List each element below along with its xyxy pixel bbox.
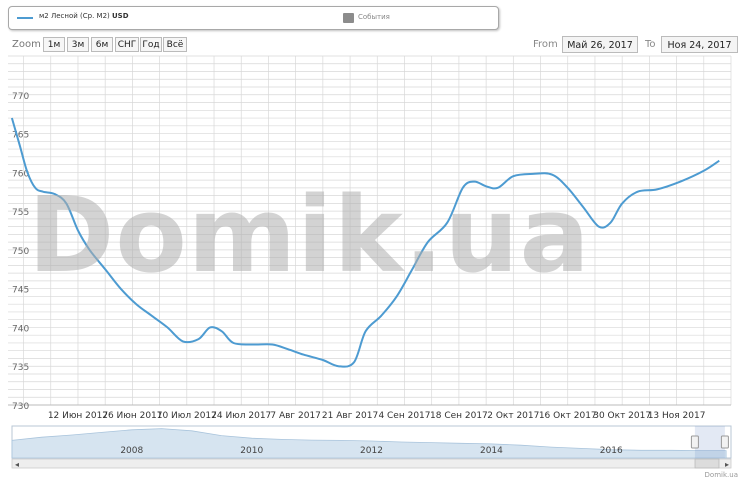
y-tick-label: 740 — [12, 324, 29, 334]
legend-series-item[interactable]: м2 Лесной (Ср. М2) USD — [39, 12, 129, 20]
navigator-year-label: 2008 — [120, 446, 143, 456]
navigator[interactable]: 2008 2010 2012 2014 2016 ◂ ▸ — [11, 425, 732, 469]
legend-series-unit: USD — [111, 12, 129, 20]
legend-events-label[interactable]: События — [358, 13, 390, 21]
legend: м2 Лесной (Ср. М2) USD События — [8, 6, 499, 30]
navigator-selection — [694, 426, 725, 458]
x-tick-label: 18 Сен 2017 — [430, 411, 488, 421]
scroll-right-arrow-icon: ▸ — [725, 460, 729, 469]
x-tick-label: 2 Окт 2017 — [487, 411, 539, 421]
y-tick-label: 770 — [12, 92, 29, 102]
series-swatch — [17, 17, 33, 19]
x-tick-label: 24 Июл 2017 — [211, 411, 271, 421]
x-tick-label: 13 Ноя 2017 — [648, 411, 706, 421]
x-tick-label: 7 Авг 2017 — [270, 411, 321, 421]
range-to-label: To — [645, 39, 656, 50]
grid — [8, 55, 732, 406]
x-tick-label: 4 Сен 2017 — [378, 411, 430, 421]
zoom-button-all[interactable]: Всё — [163, 37, 187, 52]
navigator-handle-right — [720, 435, 729, 449]
y-tick-label: 745 — [12, 286, 29, 296]
navigator-year-label: 2016 — [600, 446, 623, 456]
x-tick-label: 10 Июл 2017 — [157, 411, 217, 421]
y-tick-label: 750 — [12, 247, 29, 257]
credit-link[interactable]: Domik.ua — [705, 471, 738, 479]
x-tick-label: 30 Окт 2017 — [593, 411, 651, 421]
x-tick-label: 26 Июн 2017 — [102, 411, 162, 421]
scroll-left-arrow-icon: ◂ — [15, 460, 19, 469]
zoom-button-6m[interactable]: 6м — [91, 37, 113, 52]
zoom-button-3m[interactable]: 3м — [67, 37, 89, 52]
chart: 730735740745750755760765770 12 Июн 20172… — [8, 55, 732, 469]
zoom-button-year[interactable]: Год — [140, 37, 162, 52]
zoom-label: Zoom — [12, 39, 41, 50]
x-axis-ticks: 12 Июн 201726 Июн 201710 Июл 201724 Июл … — [48, 411, 706, 421]
y-tick-label: 730 — [12, 402, 29, 412]
legend-series-name: м2 Лесной (Ср. М2) — [39, 12, 110, 20]
events-swatch[interactable] — [343, 13, 354, 23]
navigator-year-label: 2010 — [240, 446, 263, 456]
range-from-input[interactable]: Май 26, 2017 — [562, 36, 638, 53]
x-tick-label: 21 Авг 2017 — [322, 411, 378, 421]
range-to-input[interactable]: Ноя 24, 2017 — [661, 36, 738, 53]
navigator-year-label: 2014 — [480, 446, 503, 456]
zoom-button-1m[interactable]: 1м — [43, 37, 65, 52]
y-axis-ticks: 730735740745750755760765770 — [12, 92, 29, 412]
y-tick-label: 735 — [12, 363, 29, 373]
x-tick-label: 16 Окт 2017 — [539, 411, 597, 421]
y-tick-label: 755 — [12, 208, 29, 218]
navigator-scrollbar-thumb — [694, 458, 720, 469]
range-from-label: From — [533, 39, 558, 50]
navigator-scrollbar-track — [11, 458, 732, 469]
navigator-handle-left — [690, 435, 699, 449]
navigator-year-label: 2012 — [360, 446, 383, 456]
x-tick-label: 12 Июн 2017 — [48, 411, 108, 421]
y-tick-label: 765 — [12, 131, 29, 141]
zoom-button-ytd[interactable]: СНГ — [115, 37, 139, 52]
